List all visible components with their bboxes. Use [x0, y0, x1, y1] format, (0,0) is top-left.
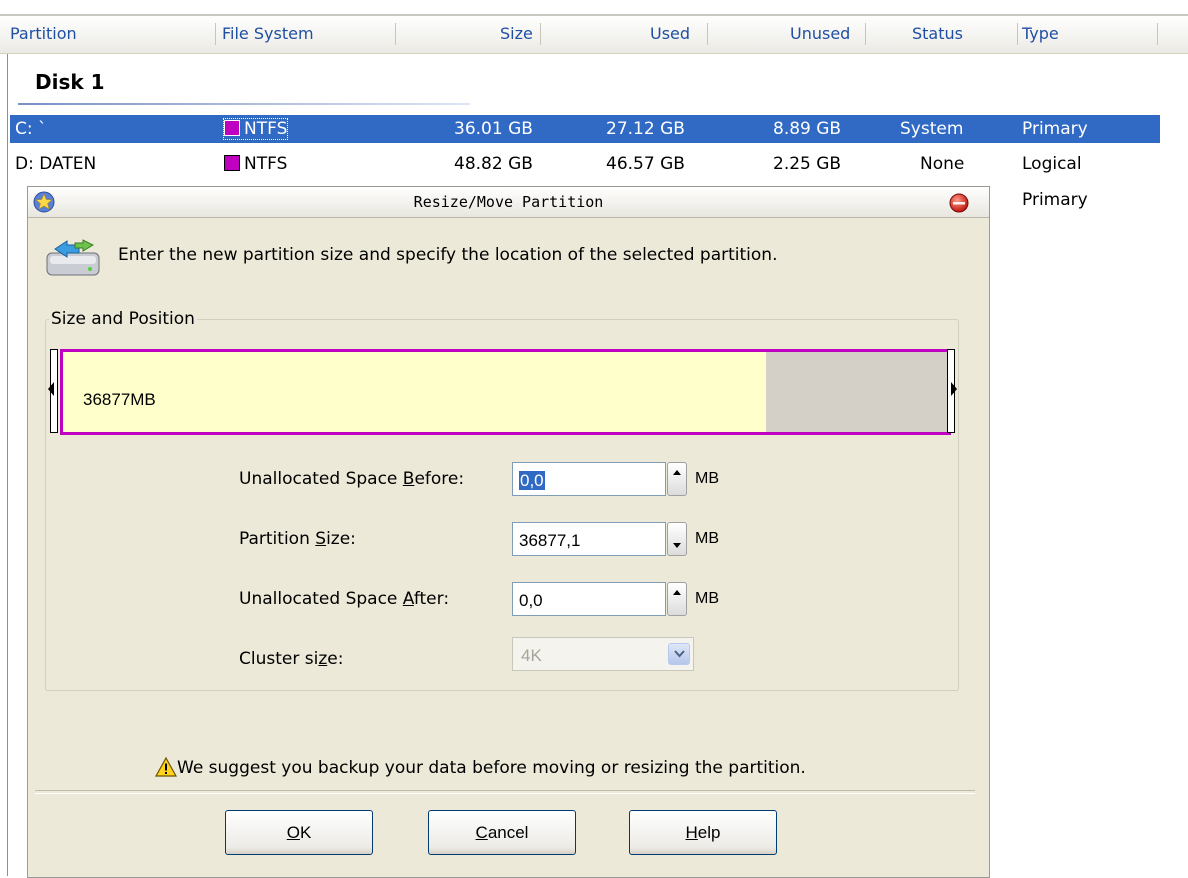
column-header-file-system[interactable]: File System	[222, 24, 314, 43]
right-arrow-icon	[951, 382, 957, 396]
size-cell: 48.82 GB	[454, 154, 533, 174]
used-cell: 46.57 GB	[606, 154, 685, 174]
partial-row-type-cell: Primary	[1022, 190, 1088, 210]
partition-row-d[interactable]: D: DATEN NTFS 48.82 GB 46.57 GB 2.25 GB …	[10, 150, 1160, 178]
file-system-label: NTFS	[244, 119, 288, 139]
type-cell: Primary	[1022, 119, 1088, 139]
partition-size-bar[interactable]: 36877MB	[48, 349, 959, 435]
ntfs-color-swatch	[224, 120, 240, 136]
column-header-unused[interactable]: Unused	[790, 24, 850, 43]
window-left-border	[7, 14, 8, 876]
dialog-title: Resize/Move Partition	[413, 193, 604, 211]
partition-block[interactable]: 36877MB	[60, 349, 951, 435]
left-arrow-icon	[48, 382, 54, 396]
unit-label: MB	[695, 470, 719, 487]
app-star-icon	[33, 191, 55, 213]
column-header-used[interactable]: Used	[650, 24, 690, 43]
button-separator	[35, 790, 975, 794]
column-separator[interactable]	[707, 23, 708, 45]
left-resize-handle[interactable]	[48, 349, 58, 433]
warning-text: We suggest you backup your data before m…	[177, 758, 806, 778]
column-header-status[interactable]: Status	[912, 24, 963, 43]
unallocated-before-spinner[interactable]	[667, 462, 687, 496]
unallocated-after-label: Unallocated Space After:	[239, 589, 450, 609]
instruction-text: Enter the new partition size and specify…	[118, 245, 778, 265]
column-separator[interactable]	[215, 23, 216, 45]
right-resize-handle[interactable]	[947, 349, 957, 433]
spin-up-icon[interactable]	[673, 590, 681, 595]
cluster-size-value: 4K	[521, 646, 542, 665]
spin-up-icon[interactable]	[673, 470, 681, 475]
resize-move-dialog: Resize/Move Partition Enter the new part…	[27, 186, 990, 878]
unallocated-after-spinner[interactable]	[667, 582, 687, 616]
file-system-cell: NTFS	[222, 118, 289, 140]
column-header-type[interactable]: Type	[1022, 24, 1059, 43]
spin-down-icon[interactable]	[673, 543, 681, 548]
partition-name: D: DATEN	[15, 154, 97, 174]
partition-name: C: `	[15, 119, 47, 139]
partition-size-input[interactable]: 36877,1	[512, 522, 666, 556]
column-header-size[interactable]: Size	[500, 24, 533, 43]
hard-drive-resize-icon	[46, 239, 100, 276]
help-button[interactable]: Help	[629, 810, 777, 855]
unused-cell: 8.89 GB	[773, 119, 842, 139]
partition-list-header: Partition File System Size Used Unused S…	[0, 14, 1188, 54]
column-separator[interactable]	[540, 23, 541, 45]
size-cell: 36.01 GB	[454, 119, 533, 139]
size-position-group-label: Size and Position	[49, 309, 197, 329]
partition-size-spinner[interactable]	[667, 522, 687, 556]
disk-label-underline	[18, 103, 470, 105]
unallocated-after-input[interactable]: 0,0	[512, 582, 666, 616]
partition-used-area	[63, 352, 766, 432]
partition-size-label: 36877MB	[83, 390, 156, 409]
unallocated-before-input[interactable]: 0,0	[512, 462, 666, 496]
backup-warning: We suggest you backup your data before m…	[155, 757, 806, 778]
unallocated-before-label: Unallocated Space Before:	[239, 469, 465, 489]
partition-size-label-text: Partition Size:	[239, 529, 356, 549]
cluster-size-select[interactable]: 4K	[512, 637, 694, 671]
partition-row-c[interactable]: C: ` NTFS 36.01 GB 27.12 GB 8.89 GB Syst…	[10, 115, 1160, 143]
unit-label: MB	[695, 590, 719, 607]
close-icon[interactable]	[949, 193, 969, 213]
column-separator[interactable]	[395, 23, 396, 45]
used-cell: 27.12 GB	[606, 119, 685, 139]
cluster-size-label: Cluster size:	[239, 649, 344, 669]
file-system-cell: NTFS	[224, 154, 287, 174]
disk-label: Disk 1	[35, 70, 105, 94]
column-separator[interactable]	[865, 23, 866, 45]
column-separator[interactable]	[1157, 23, 1158, 45]
status-cell: System	[900, 119, 964, 139]
status-cell: None	[920, 154, 965, 174]
cancel-button[interactable]: Cancel	[428, 810, 576, 855]
type-cell: Logical	[1022, 154, 1082, 174]
column-separator[interactable]	[1017, 23, 1018, 45]
ok-button[interactable]: OK	[225, 810, 373, 855]
unused-cell: 2.25 GB	[773, 154, 842, 174]
chevron-down-icon[interactable]	[668, 643, 690, 665]
unit-label: MB	[695, 530, 719, 547]
file-system-label: NTFS	[244, 154, 288, 174]
column-header-partition[interactable]: Partition	[10, 24, 77, 43]
warning-icon	[155, 757, 177, 777]
dialog-titlebar[interactable]: Resize/Move Partition	[28, 187, 989, 218]
ntfs-color-swatch	[224, 155, 240, 171]
